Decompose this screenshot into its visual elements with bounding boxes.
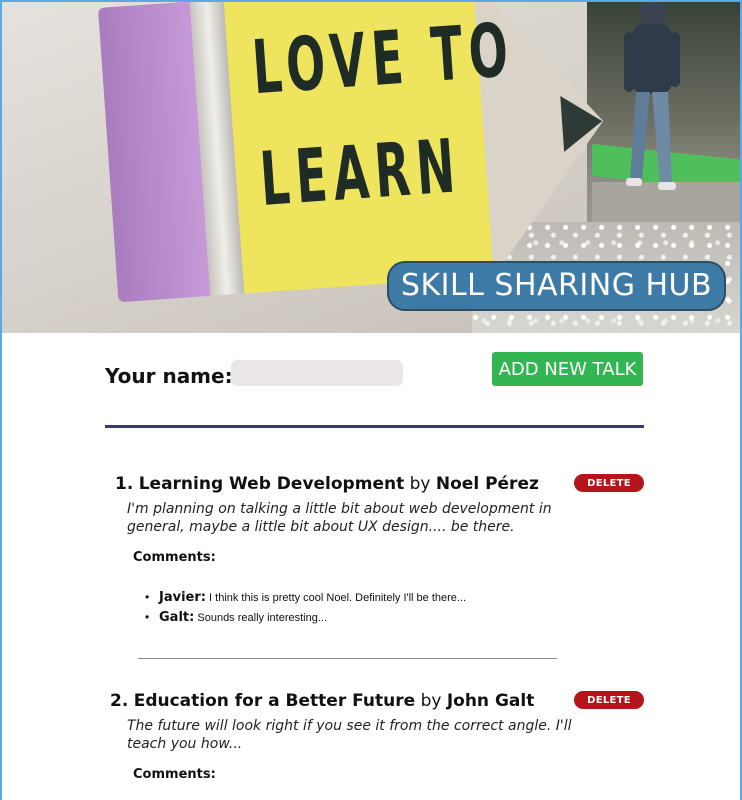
- sign-text-line-2: LEARN: [257, 123, 464, 223]
- talk-by: by: [409, 474, 431, 494]
- talk-summary: I'm planning on talking a little bit abo…: [127, 501, 552, 535]
- talk-author: Noel Pérez: [435, 474, 539, 494]
- pencil-sign: LOVE TO LEARN: [98, 2, 614, 303]
- talk-author: John Galt: [446, 691, 535, 711]
- bullet-icon: •: [145, 590, 150, 604]
- talk-title-row: 1. Learning Web Development by Noel Pére…: [115, 474, 539, 494]
- comment-author: Galt:: [159, 610, 195, 625]
- name-label: Your name:: [105, 364, 233, 388]
- comment-text: I think this is pretty cool Noel. Defini…: [209, 592, 467, 604]
- pencil-tip: [560, 93, 605, 152]
- bullet-icon: •: [145, 610, 150, 624]
- talk-summary: The future will look right if you see it…: [127, 718, 572, 752]
- delete-talk-button[interactable]: DELETE: [574, 474, 644, 492]
- talk-by: by: [420, 691, 442, 711]
- delete-talk-button[interactable]: DELETE: [574, 691, 644, 709]
- page: LOVE TO LEARN SKILL SHARING HUB Your nam…: [0, 0, 742, 800]
- hero-image: LOVE TO LEARN SKILL SHARING HUB: [2, 2, 740, 333]
- comment-item: • Galt: Sounds really interesting...: [145, 608, 466, 628]
- comments-label: Comments:: [133, 767, 216, 782]
- name-input[interactable]: [231, 360, 403, 386]
- talk-title: Education for a Better Future: [133, 691, 416, 711]
- talk-title: Learning Web Development: [138, 474, 405, 494]
- talk-title-row: 2. Education for a Better Future by John…: [110, 691, 534, 711]
- sign-text-line-1: LOVE TO: [249, 7, 517, 112]
- comment-text: Sounds really interesting...: [197, 612, 328, 624]
- walking-person-figure: [624, 2, 680, 190]
- comment-list: • Javier: I think this is pretty cool Noe…: [145, 588, 466, 628]
- comment-author: Javier:: [159, 590, 206, 605]
- section-divider: [105, 425, 644, 428]
- site-title-badge: SKILL SHARING HUB: [387, 261, 726, 311]
- comments-label: Comments:: [133, 550, 216, 565]
- add-new-talk-button[interactable]: ADD NEW TALK: [492, 352, 643, 386]
- comment-item: • Javier: I think this is pretty cool Noe…: [145, 588, 466, 608]
- talk-number: 2.: [110, 691, 129, 711]
- talk-number: 1.: [115, 474, 134, 494]
- talk-divider: [138, 658, 557, 659]
